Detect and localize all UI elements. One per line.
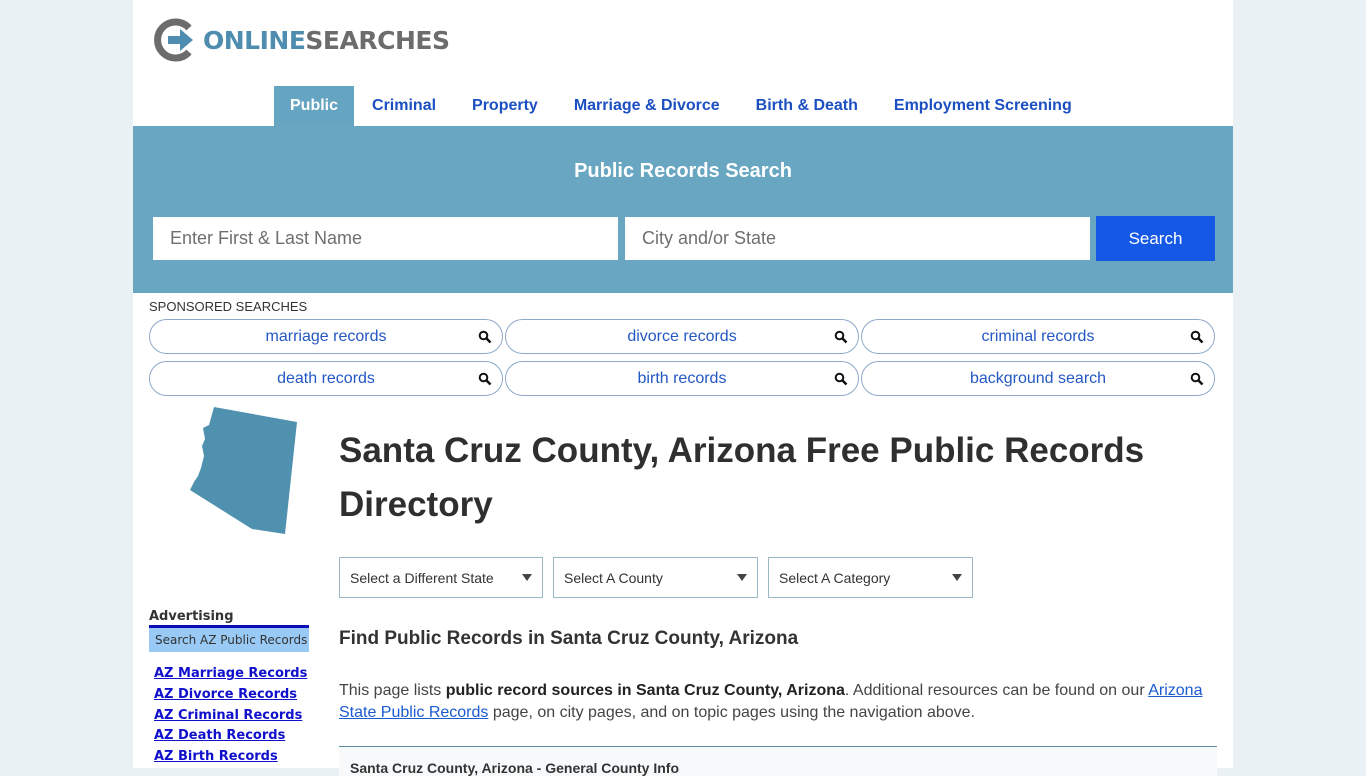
ad-link[interactable]: AZ Marriage Records bbox=[154, 664, 307, 685]
category-select-value: Select A Category bbox=[779, 569, 891, 586]
hero-title: Public Records Search bbox=[574, 160, 792, 182]
advertising-label: Advertising bbox=[149, 609, 234, 624]
sponsored-item[interactable]: criminal records bbox=[861, 319, 1215, 354]
chevron-down-icon bbox=[522, 574, 532, 581]
state-select-value: Select a Different State bbox=[350, 569, 494, 586]
nav-property[interactable]: Property bbox=[454, 86, 556, 126]
ad-link[interactable]: AZ Birth Records bbox=[154, 747, 307, 768]
logo-text: ONLINESEARCHES bbox=[203, 25, 450, 55]
state-select[interactable]: Select a Different State bbox=[339, 557, 543, 598]
search-hero: Public Records Search Search bbox=[133, 126, 1233, 293]
county-select[interactable]: Select A County bbox=[553, 557, 758, 598]
sponsored-item-label: death records bbox=[277, 369, 375, 387]
location-input[interactable] bbox=[625, 217, 1090, 260]
county-select-value: Select A County bbox=[564, 569, 663, 586]
sponsored-item-label: criminal records bbox=[981, 327, 1095, 345]
ad-link[interactable]: AZ Death Records bbox=[154, 726, 307, 747]
sponsored-item-label: divorce records bbox=[627, 327, 737, 345]
filter-selects: Select a Different State Select A County… bbox=[339, 557, 973, 598]
section-heading: Find Public Records in Santa Cruz County… bbox=[339, 628, 799, 649]
nav-birth-death[interactable]: Birth & Death bbox=[738, 86, 876, 126]
intro-paragraph: This page lists public record sources in… bbox=[339, 680, 1219, 724]
search-icon bbox=[478, 330, 492, 344]
nav-marriage-divorce[interactable]: Marriage & Divorce bbox=[556, 86, 738, 126]
county-info-header: Santa Cruz County, Arizona - General Cou… bbox=[339, 746, 1217, 776]
intro-text: page, on city pages, and on topic pages … bbox=[488, 704, 975, 721]
name-input[interactable] bbox=[153, 217, 618, 260]
sponsored-item-label: background search bbox=[969, 369, 1107, 387]
site-logo[interactable]: ONLINESEARCHES bbox=[153, 18, 450, 62]
arizona-map-icon bbox=[190, 407, 297, 534]
ad-box-title: Search AZ Public Records bbox=[149, 625, 309, 652]
intro-bold: public record sources in Santa Cruz Coun… bbox=[445, 682, 845, 699]
intro-text: This page lists bbox=[339, 682, 446, 699]
page-title: Santa Cruz County, Arizona Free Public R… bbox=[339, 431, 1145, 524]
search-icon bbox=[478, 372, 492, 386]
search-icon bbox=[834, 330, 848, 344]
chevron-down-icon bbox=[737, 574, 747, 581]
sponsored-label: SPONSORED SEARCHES bbox=[149, 299, 308, 314]
sponsored-item-label: marriage records bbox=[265, 327, 387, 345]
nav-public[interactable]: Public bbox=[274, 86, 355, 126]
sponsored-item[interactable]: marriage records bbox=[149, 319, 503, 354]
sponsored-item-label: birth records bbox=[637, 369, 727, 387]
category-select[interactable]: Select A Category bbox=[768, 557, 973, 598]
ad-link[interactable]: AZ Divorce Records bbox=[154, 685, 307, 706]
sponsored-searches: marriage records divorce records crimina… bbox=[149, 319, 1215, 396]
sponsored-item[interactable]: birth records bbox=[505, 361, 859, 396]
county-info-title: Santa Cruz County, Arizona - General Cou… bbox=[350, 760, 680, 776]
sponsored-item[interactable]: divorce records bbox=[505, 319, 859, 354]
nav-criminal[interactable]: Criminal bbox=[354, 86, 454, 126]
chevron-down-icon bbox=[952, 574, 962, 581]
ad-links: AZ Marriage Records AZ Divorce Records A… bbox=[154, 664, 307, 768]
search-icon bbox=[1190, 372, 1204, 386]
intro-text: . Additional resources can be found on o… bbox=[844, 682, 1149, 699]
nav-employment-screening[interactable]: Employment Screening bbox=[876, 86, 1090, 126]
ad-link[interactable]: AZ Criminal Records bbox=[154, 706, 307, 727]
search-button[interactable]: Search bbox=[1096, 216, 1215, 261]
search-icon bbox=[834, 372, 848, 386]
main-nav: Public Criminal Property Marriage & Divo… bbox=[274, 86, 1090, 126]
search-icon bbox=[1190, 330, 1204, 344]
page: ONLINESEARCHES Public Criminal Property … bbox=[133, 0, 1233, 776]
sponsored-item[interactable]: death records bbox=[149, 361, 503, 396]
logo-icon bbox=[154, 18, 193, 62]
sponsored-item[interactable]: background search bbox=[861, 361, 1215, 396]
